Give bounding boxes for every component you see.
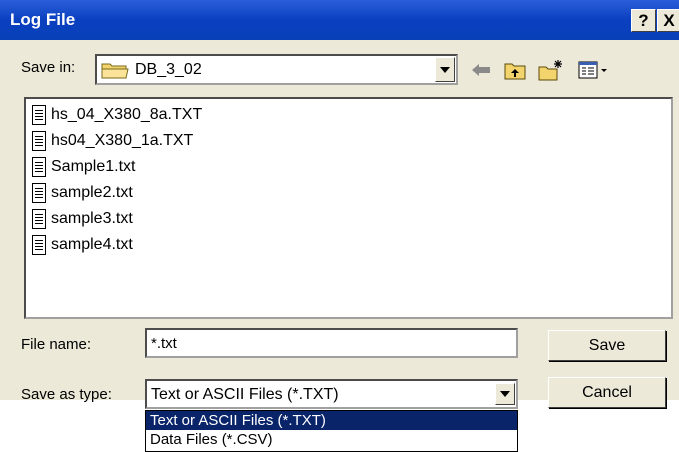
save-as-type-value: Text or ASCII Files (*.TXT) bbox=[151, 386, 339, 403]
text-file-icon bbox=[32, 209, 46, 229]
up-one-level-button[interactable] bbox=[503, 59, 527, 81]
up-folder-icon bbox=[504, 63, 526, 80]
chevron-down-icon bbox=[500, 391, 510, 397]
log-file-dialog: Log File ? X Save in: DB_3_02 hs_04_X380… bbox=[0, 0, 679, 409]
dropdown-option-csv[interactable]: Data Files (*.CSV) bbox=[146, 430, 517, 449]
folder-icon bbox=[101, 61, 129, 79]
file-item[interactable]: sample4.txt bbox=[32, 233, 133, 257]
save-button[interactable]: Save bbox=[548, 330, 666, 361]
file-name-text: sample2.txt bbox=[51, 184, 133, 201]
file-item[interactable]: Sample1.txt bbox=[32, 155, 135, 179]
help-button[interactable]: ? bbox=[631, 9, 656, 32]
title-bar[interactable]: Log File ? X bbox=[0, 0, 679, 40]
text-file-icon bbox=[32, 131, 46, 151]
save-in-dropdown-button[interactable] bbox=[435, 57, 455, 82]
file-name-text: Sample1.txt bbox=[51, 158, 136, 175]
save-as-type-label: Save as type: bbox=[21, 386, 112, 403]
file-name-text: hs_04_X380_8a.TXT bbox=[51, 106, 203, 123]
cancel-button[interactable]: Cancel bbox=[548, 377, 666, 408]
file-item[interactable]: hs04_X380_1a.TXT bbox=[32, 129, 193, 153]
view-menu-icon bbox=[578, 61, 607, 79]
file-item[interactable]: sample3.txt bbox=[32, 207, 133, 231]
file-name-text: sample4.txt bbox=[51, 236, 133, 253]
text-file-icon bbox=[32, 235, 46, 255]
file-item[interactable]: sample2.txt bbox=[32, 181, 133, 205]
file-name-text: sample3.txt bbox=[51, 210, 133, 227]
file-name-text: hs04_X380_1a.TXT bbox=[51, 132, 194, 149]
save-as-type-dropdown-list: Text or ASCII Files (*.TXT) Data Files (… bbox=[145, 410, 518, 452]
save-in-value: DB_3_02 bbox=[135, 60, 202, 78]
file-name-label: File name: bbox=[21, 336, 92, 353]
save-as-type-combo[interactable]: Text or ASCII Files (*.TXT) bbox=[145, 379, 518, 409]
back-arrow-icon bbox=[472, 64, 490, 76]
close-button[interactable]: X bbox=[657, 9, 679, 32]
save-as-type-dropdown-button[interactable] bbox=[495, 383, 515, 405]
save-in-label: Save in: bbox=[21, 59, 76, 76]
chevron-down-icon bbox=[440, 66, 450, 73]
file-list[interactable]: hs_04_X380_8a.TXT hs04_X380_1a.TXT Sampl… bbox=[24, 97, 673, 319]
file-name-input[interactable]: *.txt bbox=[145, 328, 518, 358]
dropdown-option-txt[interactable]: Text or ASCII Files (*.TXT) bbox=[146, 411, 517, 430]
file-item[interactable]: hs_04_X380_8a.TXT bbox=[32, 103, 202, 127]
create-new-folder-button[interactable] bbox=[537, 59, 565, 81]
view-menu-button[interactable] bbox=[577, 59, 611, 81]
text-file-icon bbox=[32, 157, 46, 177]
text-file-icon bbox=[32, 183, 46, 203]
back-button[interactable] bbox=[470, 59, 492, 81]
new-folder-icon bbox=[538, 60, 562, 81]
save-in-combo[interactable]: DB_3_02 bbox=[95, 54, 458, 85]
text-file-icon bbox=[32, 105, 46, 125]
dialog-title: Log File bbox=[10, 10, 76, 29]
